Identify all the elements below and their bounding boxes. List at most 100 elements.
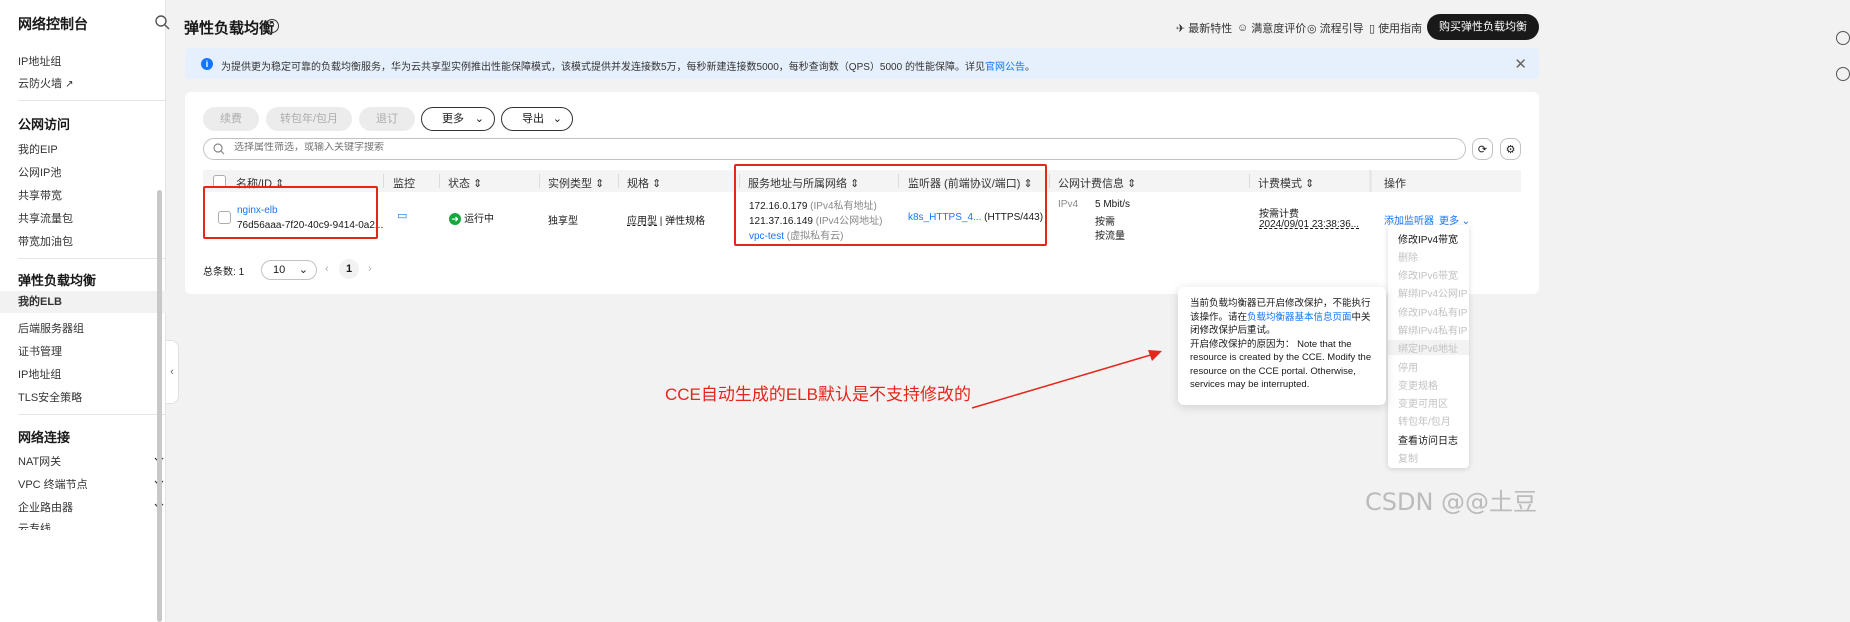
refresh-icon: ⟳: [1477, 143, 1488, 156]
divider: [1049, 174, 1050, 188]
col-label: 规格: [627, 178, 649, 190]
col-spec[interactable]: 规格 ⇕: [627, 175, 661, 191]
clock-icon[interactable]: [1836, 67, 1850, 81]
settings-button[interactable]: ⚙: [1500, 138, 1521, 160]
divider: [539, 174, 540, 188]
sort-icon: ⇕: [1127, 178, 1137, 190]
unsubscribe-button[interactable]: 退订: [359, 107, 415, 131]
dropdown-item[interactable]: 变更规格: [1398, 377, 1438, 392]
divider: [439, 174, 440, 188]
page-size-value: 10: [273, 264, 286, 276]
col-label: 计费模式: [1258, 178, 1302, 190]
link-label: 满意度评价: [1251, 23, 1307, 35]
dropdown-item[interactable]: 停用: [1398, 359, 1418, 374]
document-icon: ▯: [1369, 22, 1376, 35]
notice-text: 为提供更为稳定可靠的负载均衡服务，华为云共享型实例推出性能保障模式，该模式提供并…: [221, 58, 1035, 73]
spec-app[interactable]: 应用型: [627, 216, 657, 227]
sidebar-item-ip-group-elb[interactable]: IP地址组: [18, 366, 61, 382]
page-size-select[interactable]: 10 ⌄: [261, 260, 317, 280]
link-label: 使用指南: [1378, 23, 1423, 35]
status-label: 运行中: [464, 214, 495, 225]
chevron-down-icon: ⌄: [552, 113, 562, 125]
ip-version: IPv4: [1058, 199, 1079, 210]
sidebar-item-tls-policy[interactable]: TLS安全策略: [18, 389, 82, 405]
sidebar-item-ip-pool[interactable]: 公网IP池: [18, 164, 61, 180]
sidebar-item-traffic-package[interactable]: 共享流量包: [18, 210, 73, 226]
divider: [18, 258, 166, 259]
sidebar-scrollbar[interactable]: [157, 190, 162, 622]
col-instance-type[interactable]: 实例类型 ⇕: [548, 175, 604, 191]
sidebar-item-my-elb[interactable]: 我的ELB: [0, 291, 180, 313]
divider: [18, 414, 166, 415]
help-circle-icon[interactable]: [1836, 31, 1850, 45]
sidebar-group-connect: 网络连接: [18, 430, 71, 445]
search-box[interactable]: [203, 138, 1466, 160]
elb-basic-info-link[interactable]: 负载均衡器基本信息页面: [1247, 312, 1352, 323]
col-status[interactable]: 状态 ⇕: [448, 175, 482, 191]
guide-link[interactable]: ◎ 流程引导: [1307, 20, 1364, 36]
smile-icon: ☺: [1237, 22, 1249, 34]
collapse-sidebar-handle[interactable]: ‹: [166, 340, 179, 404]
help-icon[interactable]: ?: [265, 19, 279, 33]
dropdown-item[interactable]: 复制: [1398, 450, 1418, 465]
sidebar-item-enterprise-router[interactable]: 企业路由器: [18, 499, 73, 515]
renew-button[interactable]: 续费: [203, 107, 259, 131]
close-icon[interactable]: ✕: [1514, 55, 1527, 73]
sidebar-item-certificates[interactable]: 证书管理: [18, 343, 62, 359]
dropdown-item[interactable]: 删除: [1398, 249, 1418, 264]
manual-link[interactable]: ▯ 使用指南: [1369, 20, 1422, 36]
external-link-icon: ↗: [65, 79, 74, 90]
more-button[interactable]: 更多 ⌄: [421, 107, 495, 131]
dropdown-item[interactable]: 查看访问日志: [1398, 432, 1458, 447]
dropdown-item[interactable]: 修改IPv4私有IP: [1398, 304, 1467, 319]
dropdown-item[interactable]: 转包年/包月: [1398, 413, 1451, 428]
sidebar: 网络控制台 IP地址组 云防火墙 ↗ 公网访问 我的EIP 公网IP池 共享带宽…: [0, 0, 180, 622]
sidebar-item-eip[interactable]: 我的EIP: [18, 141, 58, 157]
sidebar-item-shared-bandwidth[interactable]: 共享带宽: [18, 187, 62, 203]
sidebar-item-vpc-endpoint[interactable]: VPC 终端节点: [18, 476, 88, 492]
link-label: 最新特性: [1188, 23, 1233, 35]
dropdown-item[interactable]: 解绑IPv4私有IP: [1398, 322, 1467, 337]
total-count: 总条数: 1: [203, 263, 244, 278]
sidebar-item-nat[interactable]: NAT网关: [18, 453, 61, 469]
page-title: 弹性负载均衡: [184, 20, 275, 37]
to-yearly-button[interactable]: 转包年/包月: [266, 107, 352, 131]
search-icon[interactable]: [154, 14, 170, 30]
dropdown-item[interactable]: 变更可用区: [1398, 395, 1448, 410]
latest-features-link[interactable]: ✈ 最新特性: [1176, 20, 1232, 36]
dropdown-item[interactable]: 解绑IPv4公网IP: [1398, 285, 1467, 300]
gear-icon: ⚙: [1505, 143, 1516, 156]
highlight-address-listener-box: [734, 164, 1047, 246]
sidebar-item-bandwidth-addon[interactable]: 带宽加油包: [18, 233, 73, 249]
annotation-arrow: [971, 350, 1162, 409]
sidebar-item-direct-connect[interactable]: 云专线: [18, 520, 51, 530]
col-billing-mode[interactable]: 计费模式 ⇕: [1258, 175, 1314, 191]
more-ops-dropdown: 修改IPv4带宽 删除 修改IPv6带宽 解绑IPv4公网IP 修改IPv4私有…: [1388, 225, 1469, 468]
dropdown-item[interactable]: 修改IPv4带宽: [1398, 231, 1458, 246]
buy-elb-button[interactable]: 购买弹性负载均衡: [1427, 14, 1539, 40]
spec-cell: 应用型 | 弹性规格: [627, 216, 706, 227]
export-button[interactable]: 导出 ⌄: [501, 107, 573, 131]
divider: [383, 174, 384, 188]
next-page-icon[interactable]: ›: [368, 263, 372, 275]
refresh-button[interactable]: ⟳: [1472, 138, 1493, 160]
dropdown-item[interactable]: 绑定IPv6地址: [1388, 340, 1469, 355]
sidebar-item-ip-group[interactable]: IP地址组: [18, 53, 61, 69]
modify-protection-tooltip: 当前负载均衡器已开启修改保护，不能执行该操作。请在负载均衡器基本信息页面中关闭修…: [1178, 287, 1386, 405]
official-notice-link[interactable]: 官网公告: [985, 62, 1025, 73]
search-icon: [213, 143, 225, 155]
info-icon: i: [201, 58, 213, 70]
satisfaction-link[interactable]: ☺ 满意度评价: [1237, 20, 1306, 36]
prev-page-icon[interactable]: ‹: [325, 263, 329, 275]
sidebar-item-backend-group[interactable]: 后端服务器组: [18, 320, 84, 336]
col-label: 实例类型: [548, 178, 592, 190]
sidebar-item-firewall[interactable]: 云防火墙 ↗: [18, 75, 73, 91]
monitor-chart-icon[interactable]: ▭: [397, 209, 407, 222]
notice-suffix: 。: [1024, 62, 1035, 73]
col-public-billing[interactable]: 公网计费信息 ⇕: [1058, 175, 1136, 191]
dropdown-item[interactable]: 修改IPv6带宽: [1398, 267, 1458, 282]
spec-elastic: 弹性规格: [665, 216, 706, 227]
page-number[interactable]: 1: [339, 259, 359, 279]
search-input[interactable]: [234, 142, 1034, 153]
col-operations: 操作: [1384, 178, 1406, 190]
